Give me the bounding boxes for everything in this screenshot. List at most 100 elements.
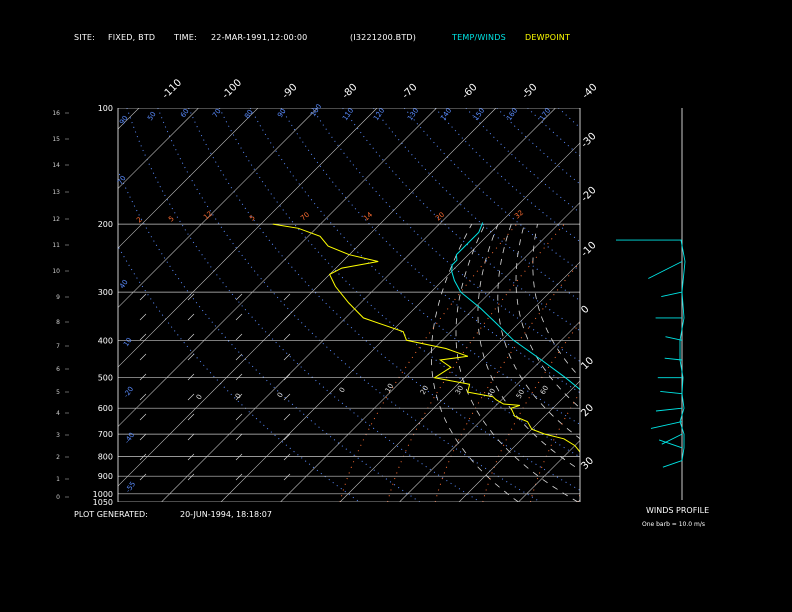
moist-adiabat-label: 40 <box>486 387 497 399</box>
dry-adiabat-label: -40 <box>123 431 136 445</box>
pressure-tick-label: 100 <box>98 104 113 113</box>
mixing-ratio-label: 70 <box>299 211 311 223</box>
pressure-tick-label: 700 <box>98 430 113 439</box>
height-km-label: 10 <box>52 268 60 275</box>
mixing-ratio-line <box>387 223 565 502</box>
isotherm-line <box>118 108 497 487</box>
isotherm-right-label: -10 <box>579 240 598 259</box>
wind-barb <box>660 390 683 395</box>
dry-adiabat-label: 80 <box>243 108 255 120</box>
isotherm-right-label: -30 <box>579 131 598 150</box>
isotherm-line <box>399 321 580 502</box>
dry-adiabat-label: 90 <box>276 107 288 119</box>
plot-area <box>0 108 792 502</box>
isotherm-right-label: 10 <box>579 355 596 372</box>
height-km-label: 4 <box>56 410 60 417</box>
grid-tick-mark <box>235 433 243 441</box>
moist-adiabat-label: 0 <box>338 386 347 394</box>
moist-adiabat-line <box>497 223 580 440</box>
isotherm-right-label: 20 <box>579 402 596 419</box>
isotherm-right-label: 30 <box>579 455 596 472</box>
wind-barb <box>650 421 683 429</box>
height-km-label: 2 <box>56 454 60 461</box>
dry-adiabat-label: 90 <box>118 114 130 126</box>
dry-adiabat-line <box>620 108 792 502</box>
grid-tick-mark <box>139 353 147 361</box>
height-km-label: 1 <box>56 476 60 483</box>
dry-adiabat-line <box>713 108 792 502</box>
dry-adiabat-label: 170 <box>538 107 552 123</box>
isotherm-line <box>757 108 792 502</box>
dry-adiabat-line <box>311 108 580 362</box>
isotherm-line <box>458 380 580 502</box>
grid-tick-mark <box>187 433 195 441</box>
height-km-label: 12 <box>52 216 60 223</box>
grid-tick-mark <box>187 353 195 361</box>
isotherm-line <box>518 440 580 502</box>
dry-adiabat-label: 120 <box>372 107 386 123</box>
height-km-label: 15 <box>52 136 60 143</box>
isotherm-top-label: -100 <box>220 77 244 101</box>
mixing-ratio-label: 5 <box>248 214 257 223</box>
wind-barb <box>655 407 683 412</box>
isotherm-line <box>118 108 437 427</box>
height-km-label: 9 <box>56 294 60 301</box>
dry-adiabat-label: 70 <box>211 107 223 119</box>
dry-adiabat-label: -20 <box>122 385 135 399</box>
mixing-ratio-label: 14 <box>362 210 374 222</box>
grid-tick-mark <box>139 373 147 381</box>
isotherm-line <box>0 108 80 502</box>
grid-tick-mark <box>139 333 147 341</box>
pressure-tick-label: 500 <box>98 374 113 383</box>
height-km-label: 3 <box>56 432 60 439</box>
dry-adiabat-line <box>743 108 792 502</box>
height-km-label: 13 <box>52 189 60 196</box>
isotherm-top-label: -50 <box>520 82 539 101</box>
height-km-label: 14 <box>52 162 60 169</box>
mixing-ratio-line <box>577 492 580 502</box>
dry-adiabat-line <box>118 245 360 502</box>
plot-generated-label: PLOT GENERATED: <box>74 510 148 519</box>
dry-adiabat-line <box>342 108 580 332</box>
winds-barb-note: One barb = 10.0 m/s <box>642 521 705 528</box>
dry-adiabat-line <box>558 108 580 129</box>
moist-adiabat-label: 50 <box>515 388 526 400</box>
height-km-label: 11 <box>52 242 60 249</box>
mixing-ratio-label: 5 <box>167 215 176 224</box>
isotherm-top-label: -40 <box>580 82 599 101</box>
wind-barb <box>664 357 683 361</box>
pressure-tick-label: 600 <box>98 404 113 413</box>
grid-tick-mark <box>139 413 147 421</box>
mixing-ratio-line <box>626 224 792 502</box>
dry-adiabat-label: 110 <box>341 107 355 123</box>
grid-tick-mark <box>283 313 291 321</box>
winds-profile-title: WINDS PROFILE <box>646 506 710 515</box>
wind-barb <box>661 433 683 445</box>
wind-profile-line <box>679 240 686 461</box>
grid-tick-mark <box>235 293 243 301</box>
moist-adiabat-line <box>477 223 580 471</box>
mixing-ratio-line <box>339 223 518 502</box>
height-km-label: 7 <box>56 343 60 350</box>
moist-adiabat-label: 0 <box>276 391 285 399</box>
wind-barb <box>661 291 683 298</box>
isotherm-top-label: -90 <box>280 82 299 101</box>
grid-tick-mark <box>283 333 291 341</box>
grid-tick-mark <box>283 433 291 441</box>
wind-barb <box>662 460 683 468</box>
grid-tick-mark <box>283 373 291 381</box>
grid-tick-mark <box>187 393 195 401</box>
isotherm-line <box>118 108 199 189</box>
moist-adiabat-line <box>532 224 580 378</box>
dry-adiabat-line <box>496 108 580 185</box>
dry-adiabat-line <box>280 108 580 394</box>
pressure-tick-label: 300 <box>98 288 113 297</box>
grid-tick-mark <box>235 473 243 481</box>
dry-adiabat-line <box>465 108 580 214</box>
grid-tick-mark <box>283 413 291 421</box>
isotherm-line <box>118 108 318 308</box>
moist-adiabat-label: 0 <box>234 392 243 400</box>
dry-adiabat-line <box>651 108 792 502</box>
moist-adiabat-label: 10 <box>384 382 395 394</box>
isotherm-line <box>577 499 580 502</box>
